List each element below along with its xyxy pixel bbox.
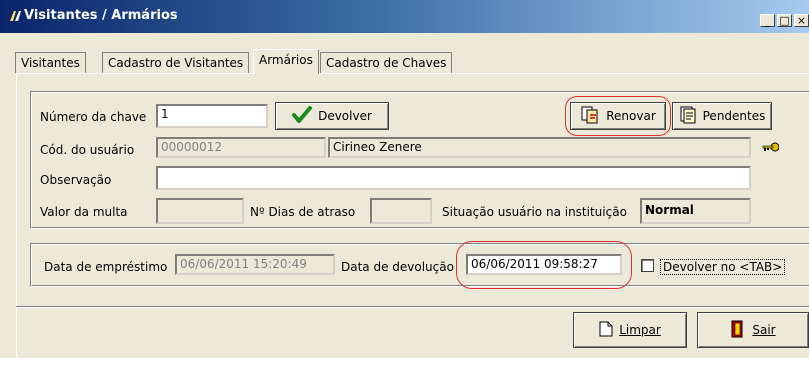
- user-code-input[interactable]: 00000012: [156, 137, 326, 158]
- tab-visitantes[interactable]: Visitantes: [15, 52, 86, 73]
- sair-button[interactable]: Sair: [697, 312, 809, 348]
- tab-cadastro-chaves[interactable]: Cadastro de Chaves: [320, 52, 453, 73]
- renew-document-icon: [580, 106, 600, 127]
- restore-button[interactable]: □: [777, 14, 792, 27]
- devolucao-label: Data de devolução: [341, 260, 454, 274]
- devolver-tab-checkbox[interactable]: [641, 259, 654, 272]
- tab-cadastro-visitantes[interactable]: Cadastro de Visitantes: [102, 52, 250, 73]
- window-title: Visitantes / Armários: [24, 8, 178, 23]
- sair-label: Sair: [752, 323, 776, 337]
- renovar-button[interactable]: Renovar: [570, 102, 666, 130]
- key-number-label: Número da chave: [40, 110, 147, 124]
- close-button[interactable]: ×: [794, 14, 809, 27]
- situacao-status-field: Normal: [640, 198, 751, 224]
- devolver-label: Devolver: [318, 109, 372, 123]
- emprestimo-input[interactable]: 06/06/2011 15:20:49: [175, 254, 335, 275]
- user-name-field: Cirineo Zenere: [328, 137, 751, 158]
- key-icon: [761, 141, 780, 156]
- app-icon: [8, 9, 22, 23]
- exit-door-icon: [730, 320, 746, 341]
- renovar-label: Renovar: [606, 109, 656, 123]
- observacao-label: Observação: [40, 173, 112, 187]
- emprestimo-label: Data de empréstimo: [44, 260, 168, 274]
- limpar-label: Limpar: [619, 323, 661, 337]
- user-code-label: Cód. do usuário: [40, 143, 135, 157]
- blank-page-icon: [599, 321, 613, 340]
- pending-list-icon: [679, 106, 697, 127]
- key-number-input[interactable]: 1: [156, 104, 268, 128]
- checkmark-icon: [292, 105, 313, 127]
- devolver-button[interactable]: Devolver: [275, 102, 389, 130]
- dias-atraso-label: Nº Dias de atraso: [250, 205, 356, 219]
- devolver-tab-label[interactable]: Devolver no <TAB>: [660, 259, 786, 275]
- situacao-label: Situação usuário na instituição: [442, 205, 627, 219]
- multa-label: Valor da multa: [40, 205, 128, 219]
- devolucao-input[interactable]: 06/06/2011 09:58:27: [466, 254, 622, 275]
- limpar-button[interactable]: Limpar: [573, 312, 687, 348]
- app-window: Visitantes / Armários _ □ × Visitantes C…: [0, 0, 809, 373]
- pendentes-label: Pendentes: [702, 109, 766, 123]
- title-bar[interactable]: Visitantes / Armários _ □ ×: [0, 0, 809, 33]
- observacao-input[interactable]: [156, 166, 751, 190]
- footer-divider: [16, 306, 809, 308]
- pendentes-button[interactable]: Pendentes: [672, 102, 772, 130]
- tab-armarios[interactable]: Armários: [253, 49, 319, 74]
- minimize-button[interactable]: _: [760, 14, 775, 27]
- dias-atraso-field: [370, 198, 432, 224]
- multa-field: [156, 198, 244, 224]
